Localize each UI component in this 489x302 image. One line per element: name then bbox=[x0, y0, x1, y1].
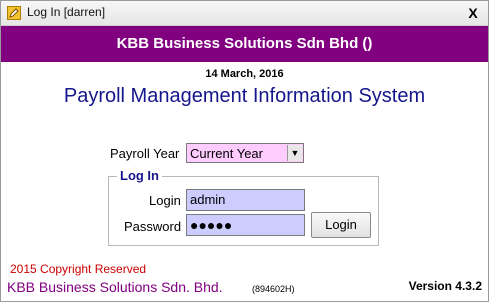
title-bar[interactable]: Log In [darren] X bbox=[1, 1, 488, 26]
payroll-year-select[interactable]: Current Year ▼ bbox=[186, 143, 304, 163]
login-button[interactable]: Login bbox=[311, 212, 371, 238]
company-banner: KBB Business Solutions Sdn Bhd () bbox=[1, 26, 488, 62]
system-title: Payroll Management Information System bbox=[63, 85, 426, 107]
login-group-title: Log In bbox=[117, 168, 162, 183]
copyright-text: 2015 Copyright Reserved bbox=[10, 262, 147, 276]
window-title: Log In [darren] bbox=[27, 5, 106, 19]
version-label: Version 4.3.2 bbox=[408, 279, 482, 293]
login-window: Log In [darren] X KBB Business Solutions… bbox=[0, 0, 489, 302]
login-input[interactable]: admin bbox=[186, 189, 305, 211]
chevron-down-icon[interactable]: ▼ bbox=[287, 145, 302, 161]
pencil-note-icon bbox=[7, 6, 21, 20]
password-input[interactable]: ●●●●● bbox=[186, 214, 305, 236]
login-label: Login bbox=[149, 193, 181, 208]
banner-company-name: KBB Business Solutions Sdn Bhd () bbox=[116, 35, 373, 52]
payroll-year-value: Current Year bbox=[190, 146, 263, 161]
password-mask: ●●●●● bbox=[190, 217, 233, 233]
close-button[interactable]: X bbox=[464, 4, 482, 22]
current-date: 14 March, 2016 bbox=[205, 68, 284, 80]
footer-company-name: KBB Business Solutions Sdn. Bhd. bbox=[7, 279, 223, 295]
password-label: Password bbox=[124, 219, 182, 234]
company-registration: (894602H) bbox=[252, 284, 295, 294]
payroll-year-label: Payroll Year bbox=[110, 146, 180, 161]
